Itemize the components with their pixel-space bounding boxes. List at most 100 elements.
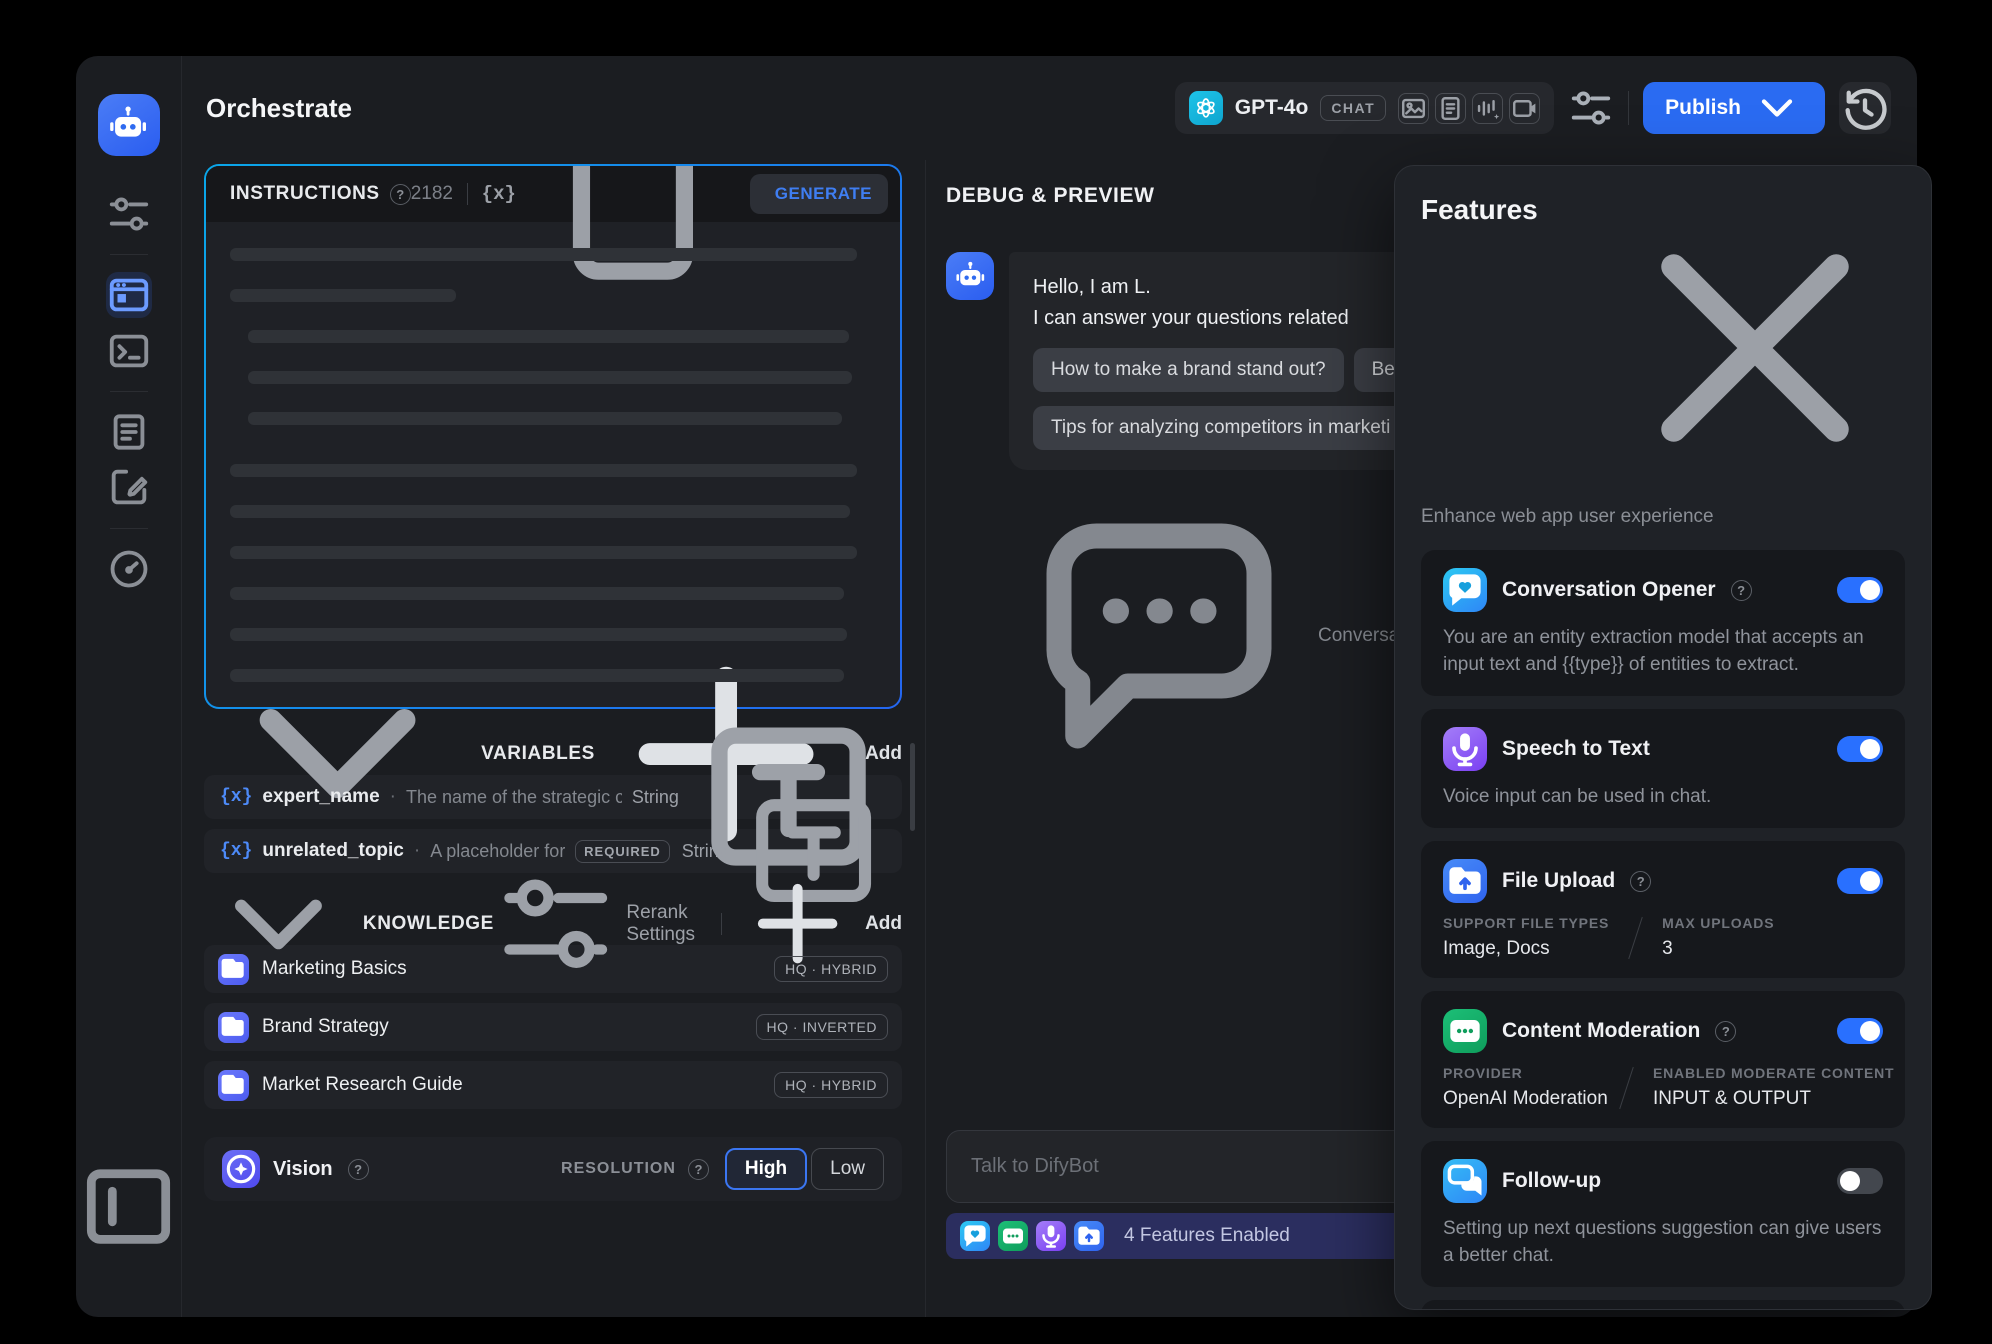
vision-label: Vision [273, 1158, 333, 1181]
speech-to-text-icon [1443, 727, 1487, 771]
meta-value: 3 [1662, 938, 1774, 960]
sidebar-item-annotations[interactable] [106, 465, 152, 511]
version-history-button[interactable] [1839, 82, 1891, 134]
screen: Orchestrate GPT-4o CHAT Publish [0, 0, 1992, 1344]
help-icon[interactable]: ? [1630, 871, 1651, 892]
generate-button[interactable]: GENERATE [750, 174, 888, 214]
follow-up-glyph [1443, 1159, 1487, 1203]
instructions-title: INSTRUCTIONS [230, 183, 380, 205]
feature-card-header: Content Moderation? [1443, 1009, 1883, 1053]
content-moderation-glyph [1443, 1009, 1487, 1053]
knowledge-row[interactable]: Brand StrategyHQ · INVERTED [204, 1003, 902, 1051]
conversation-opener-icon [960, 1221, 990, 1251]
feature-description: You are an entity extraction model that … [1443, 624, 1883, 678]
help-icon[interactable]: ? [1715, 1021, 1736, 1042]
toggle-knob [1860, 871, 1880, 891]
sidebar-item-logs[interactable] [106, 409, 152, 455]
sidebar-divider [110, 391, 148, 392]
close-button[interactable] [1605, 198, 1905, 498]
skeleton-line [230, 628, 847, 641]
rerank-settings-button[interactable]: Rerank Settings [494, 862, 705, 985]
insert-variable-icon[interactable]: {x} [482, 183, 516, 205]
sliders-icon [494, 862, 617, 985]
features-panel-title: Features [1421, 194, 1538, 226]
sidebar-item-orchestrate[interactable] [106, 272, 152, 318]
suggestion-chip[interactable]: How to make a brand stand out? [1033, 348, 1344, 392]
knowledge-folder-icon [218, 1070, 249, 1101]
close-icon [1605, 198, 1905, 498]
sliders-icon [106, 191, 152, 237]
skeleton-line [230, 669, 844, 682]
vision-icon [222, 1150, 260, 1188]
publish-button[interactable]: Publish [1643, 82, 1825, 134]
help-icon[interactable]: ? [390, 184, 411, 205]
knowledge-name: Brand Strategy [262, 1016, 389, 1038]
sidebar-item-terminal[interactable] [106, 328, 152, 374]
model-selector[interactable]: GPT-4o CHAT [1175, 82, 1554, 134]
meta-label: PROVIDER [1443, 1065, 1600, 1081]
sidebar-item-monitoring[interactable] [106, 546, 152, 592]
knowledge-row[interactable]: Market Research GuideHQ · HYBRID [204, 1061, 902, 1109]
model-settings-button[interactable] [1568, 85, 1614, 131]
speech-to-text-glyph [1443, 727, 1487, 771]
help-icon[interactable]: ? [348, 1159, 369, 1180]
meta-divider [1628, 916, 1643, 958]
resolution-label: RESOLUTION [561, 1160, 676, 1178]
bot-avatar [946, 252, 994, 300]
file-upload-icon [1443, 859, 1487, 903]
instructions-editor[interactable] [206, 222, 900, 707]
add-label: Add [865, 913, 902, 935]
model-name: GPT-4o [1235, 96, 1309, 120]
top-bar-separator [1628, 91, 1629, 125]
app-logo-robot-icon[interactable] [98, 94, 160, 156]
skeleton-line [230, 505, 850, 518]
feature-title: Conversation Opener [1502, 578, 1716, 602]
resolution-low-button[interactable]: Low [811, 1148, 884, 1190]
openai-logo-icon [1189, 91, 1223, 125]
content-moderation-mini-icon [998, 1221, 1028, 1251]
speech-to-text-mini-icon [1036, 1221, 1066, 1251]
dot-separator: · [390, 786, 396, 808]
meta-label: ENABLED MODERATE CONTENT [1653, 1065, 1883, 1081]
top-bar: Orchestrate GPT-4o CHAT Publish [182, 56, 1917, 160]
conversation-opener-toggle[interactable] [1837, 577, 1883, 603]
generate-label: GENERATE [775, 184, 872, 204]
capability-badge-video [1509, 93, 1540, 124]
meta-value: INPUT & OUTPUT [1653, 1088, 1883, 1110]
content-moderation-toggle[interactable] [1837, 1018, 1883, 1044]
feature-meta: SUPPORT FILE TYPESImage, DocsMAX UPLOADS… [1443, 915, 1883, 960]
publish-label: Publish [1665, 96, 1741, 120]
terminal-icon [106, 328, 152, 374]
toggle-knob [1860, 739, 1880, 759]
feature-meta: PROVIDEROpenAI ModerationENABLED MODERAT… [1443, 1065, 1883, 1110]
suggestion-chip[interactable]: Tips for analyzing competitors in market… [1033, 406, 1408, 450]
speech-to-text-toggle[interactable] [1837, 736, 1883, 762]
folder-icon [218, 954, 249, 985]
features-panel-subtitle: Enhance web app user experience [1421, 506, 1905, 528]
video-icon [1510, 94, 1539, 123]
meta-label: MAX UPLOADS [1662, 915, 1774, 931]
help-icon[interactable]: ? [688, 1159, 709, 1180]
feature-title: File Upload [1502, 869, 1615, 893]
conversation-opener-mini-icon [960, 1221, 990, 1251]
follow-up-toggle[interactable] [1837, 1168, 1883, 1194]
collapse-sidebar-button[interactable] [76, 1154, 181, 1259]
meta-column: MAX UPLOADS 3 [1662, 915, 1774, 960]
vision-setting-row: Vision ? RESOLUTION ? HighLow [204, 1137, 902, 1201]
capability-badge-audio [1472, 93, 1503, 124]
resolution-high-button[interactable]: High [725, 1148, 807, 1190]
capability-badge-document [1435, 93, 1466, 124]
instructions-panel: INSTRUCTIONS ? 2182 {x} GENERATE [204, 164, 902, 709]
features-enabled-label: 4 Features Enabled [1124, 1225, 1290, 1247]
toggle-knob [1860, 1021, 1880, 1041]
help-icon[interactable]: ? [1731, 580, 1752, 601]
skeleton-line [248, 371, 852, 384]
knowledge-section-header: KNOWLEDGE Rerank Settings Add [204, 903, 902, 945]
variable-type: String [682, 841, 729, 862]
toggle-knob [1840, 1171, 1860, 1191]
sidebar-item-tune[interactable] [106, 191, 152, 237]
skeleton-line [230, 546, 857, 559]
file-upload-toggle[interactable] [1837, 868, 1883, 894]
scrollbar-thumb[interactable] [910, 743, 915, 831]
skeleton-line [230, 464, 857, 477]
